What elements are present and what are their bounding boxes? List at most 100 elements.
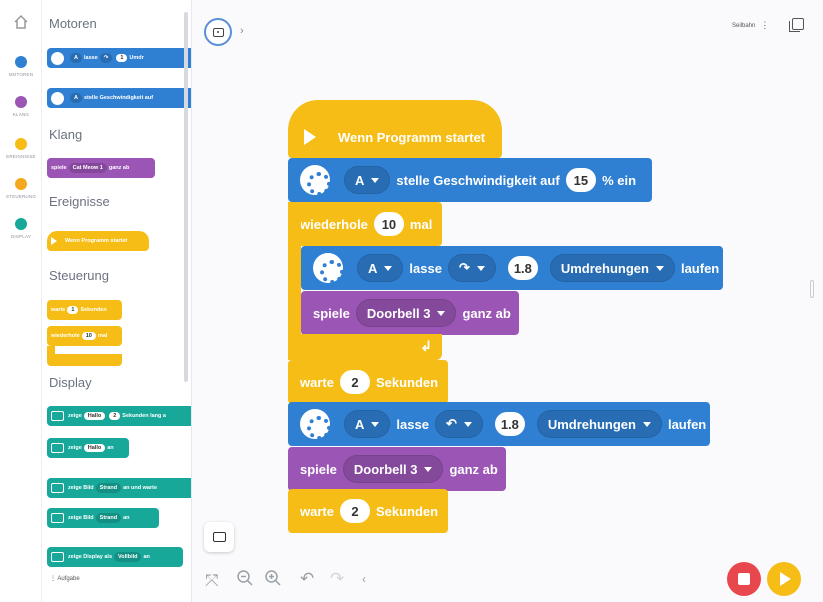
motor-speed-block[interactable]: A stelle Geschwindigkeit auf 15 % ein xyxy=(288,158,652,202)
monitor-button[interactable] xyxy=(204,522,234,552)
palette-block-display-text[interactable]: zeige Hallo an xyxy=(47,438,129,458)
hub-connect-button[interactable] xyxy=(204,18,232,46)
motor-run-block-1[interactable]: A lasse ↷ 1.8 Umdrehungen laufen xyxy=(301,246,723,290)
section-title-steuerung: Steuerung xyxy=(49,268,109,283)
center-view-icon[interactable]: ⤧ xyxy=(205,571,219,591)
stop-icon xyxy=(738,573,750,585)
category-label: MOTOREN xyxy=(8,72,34,77)
palette-block-wait[interactable]: warte 1 Sekunden xyxy=(47,300,122,320)
display-icon xyxy=(51,411,64,421)
motor-icon xyxy=(51,91,64,105)
panel-handle[interactable] xyxy=(810,280,814,298)
motor-icon xyxy=(300,409,331,440)
rotate-icon: ↷ xyxy=(99,53,113,63)
display-icon xyxy=(51,483,64,493)
window-icon[interactable] xyxy=(789,18,804,32)
loop-arrow-icon: ↲ xyxy=(420,338,432,354)
rotation-value[interactable]: 1.8 xyxy=(507,256,538,280)
port-dropdown[interactable]: A xyxy=(357,254,404,282)
motor-run-block-2[interactable]: A lasse ↶ 1.8 Umdrehungen laufen xyxy=(288,402,710,446)
palette-block-display-text-timed[interactable]: zeige Hallo 2 Sekunden lang a xyxy=(47,406,191,426)
category-dot-steuerung xyxy=(15,178,27,190)
unit-dropdown[interactable]: Umdrehungen xyxy=(536,410,662,438)
clockwise-icon: ↷ xyxy=(458,260,470,275)
category-ereignisse[interactable]: EREIGNISSE xyxy=(0,138,42,159)
motor-icon xyxy=(300,165,331,196)
motor-icon xyxy=(51,51,64,65)
port-dropdown[interactable]: A xyxy=(344,166,391,194)
counterclockwise-icon: ↶ xyxy=(445,416,457,431)
palette-block-event[interactable]: Wenn Programm startet xyxy=(47,231,149,251)
palette-block-display-image[interactable]: zeige Bild Strand an xyxy=(47,508,159,528)
palette-block-motor-run[interactable]: A lasse ↷ 1 Umdr xyxy=(47,48,191,68)
wait-value[interactable]: 2 xyxy=(339,370,370,394)
repeat-block[interactable]: wiederhole 10 mal xyxy=(288,202,442,246)
palette-block-display-image-wait[interactable]: zeige Bild Strand an und warte xyxy=(47,478,191,498)
caret-icon xyxy=(384,265,393,271)
category-klang[interactable]: KLANG xyxy=(0,96,42,117)
event-hat-content: Wenn Programm startet xyxy=(288,116,485,158)
chevron-right-icon[interactable]: › xyxy=(240,25,244,37)
palette-block-display-mode[interactable]: zeige Display als Vollbild an xyxy=(47,547,183,567)
caret-icon xyxy=(371,177,380,183)
display-icon xyxy=(51,552,64,562)
sound-dropdown[interactable]: Doorbell 3 xyxy=(342,455,444,483)
caret-icon xyxy=(655,265,664,271)
category-label: STEUERUNG xyxy=(5,194,37,199)
caret-icon xyxy=(424,466,433,472)
footer-item[interactable]: ⋮ Aufgabe xyxy=(50,575,80,582)
caret-icon xyxy=(463,421,472,427)
home-icon[interactable] xyxy=(13,14,29,30)
hub-icon xyxy=(212,27,224,37)
port-dropdown[interactable]: A xyxy=(344,410,391,438)
section-title-ereignisse: Ereignisse xyxy=(49,194,110,209)
play-icon xyxy=(51,237,57,245)
play-sound-block-2[interactable]: spiele Doorbell 3 ganz ab xyxy=(288,447,506,491)
redo-icon[interactable]: ↷ xyxy=(330,569,344,589)
palette-block-motor-speed[interactable]: A stelle Geschwindigkeit auf xyxy=(47,88,191,108)
sound-dropdown[interactable]: Doorbell 3 xyxy=(355,299,457,327)
category-dot-motoren xyxy=(15,56,27,68)
project-name[interactable]: Seilbahn ⋮ xyxy=(732,20,769,31)
category-dot-display xyxy=(15,218,27,230)
play-sound-block-1[interactable]: spiele Doorbell 3 ganz ab xyxy=(301,291,519,335)
repeat-count[interactable]: 10 xyxy=(373,212,404,236)
palette-block-sound[interactable]: spiele Cat Meow 1 ganz ab xyxy=(47,158,155,178)
zoom-out-icon[interactable] xyxy=(236,569,254,592)
section-title-motoren: Motoren xyxy=(49,16,97,31)
palette-block-repeat[interactable]: wiederhole 10 mal xyxy=(47,326,122,346)
category-steuerung[interactable]: STEUERUNG xyxy=(0,178,42,199)
palette-scrollbar[interactable] xyxy=(184,12,188,382)
zoom-in-icon[interactable] xyxy=(264,569,282,592)
section-title-klang: Klang xyxy=(49,127,83,142)
category-motoren[interactable]: MOTOREN xyxy=(0,56,42,77)
direction-dropdown[interactable]: ↷ xyxy=(447,254,496,282)
caret-icon xyxy=(437,310,446,316)
speed-value[interactable]: 15 xyxy=(565,168,597,192)
caret-icon xyxy=(371,421,380,427)
unit-dropdown[interactable]: Umdrehungen xyxy=(549,254,675,282)
direction-dropdown[interactable]: ↶ xyxy=(434,410,483,438)
section-title-display: Display xyxy=(49,375,92,390)
monitor-icon xyxy=(212,532,226,542)
hat-label: Wenn Programm startet xyxy=(338,129,486,145)
palette-repeat-foot xyxy=(47,354,122,366)
display-icon xyxy=(51,443,64,453)
category-sidebar: MOTOREN KLANG EREIGNISSE STEUERUNG DISPL… xyxy=(0,0,42,602)
rotation-value[interactable]: 1.8 xyxy=(494,412,525,436)
category-label: EREIGNISSE xyxy=(6,154,36,159)
category-label: KLANG xyxy=(12,112,30,117)
stop-button[interactable] xyxy=(727,562,761,596)
category-display[interactable]: DISPLAY xyxy=(0,218,42,239)
wait-block-1[interactable]: warte 2 Sekunden xyxy=(288,360,448,404)
run-button[interactable] xyxy=(767,562,801,596)
wait-block-2[interactable]: warte 2 Sekunden xyxy=(288,489,448,533)
chevron-left-icon[interactable]: ‹ xyxy=(362,572,366,586)
wait-value[interactable]: 2 xyxy=(339,499,370,523)
more-options-icon[interactable]: ⋮ xyxy=(760,20,769,31)
undo-icon[interactable]: ↶ xyxy=(300,569,314,589)
category-label: DISPLAY xyxy=(10,234,32,239)
category-dot-klang xyxy=(15,96,27,108)
play-icon xyxy=(304,129,316,145)
display-icon xyxy=(51,513,64,523)
